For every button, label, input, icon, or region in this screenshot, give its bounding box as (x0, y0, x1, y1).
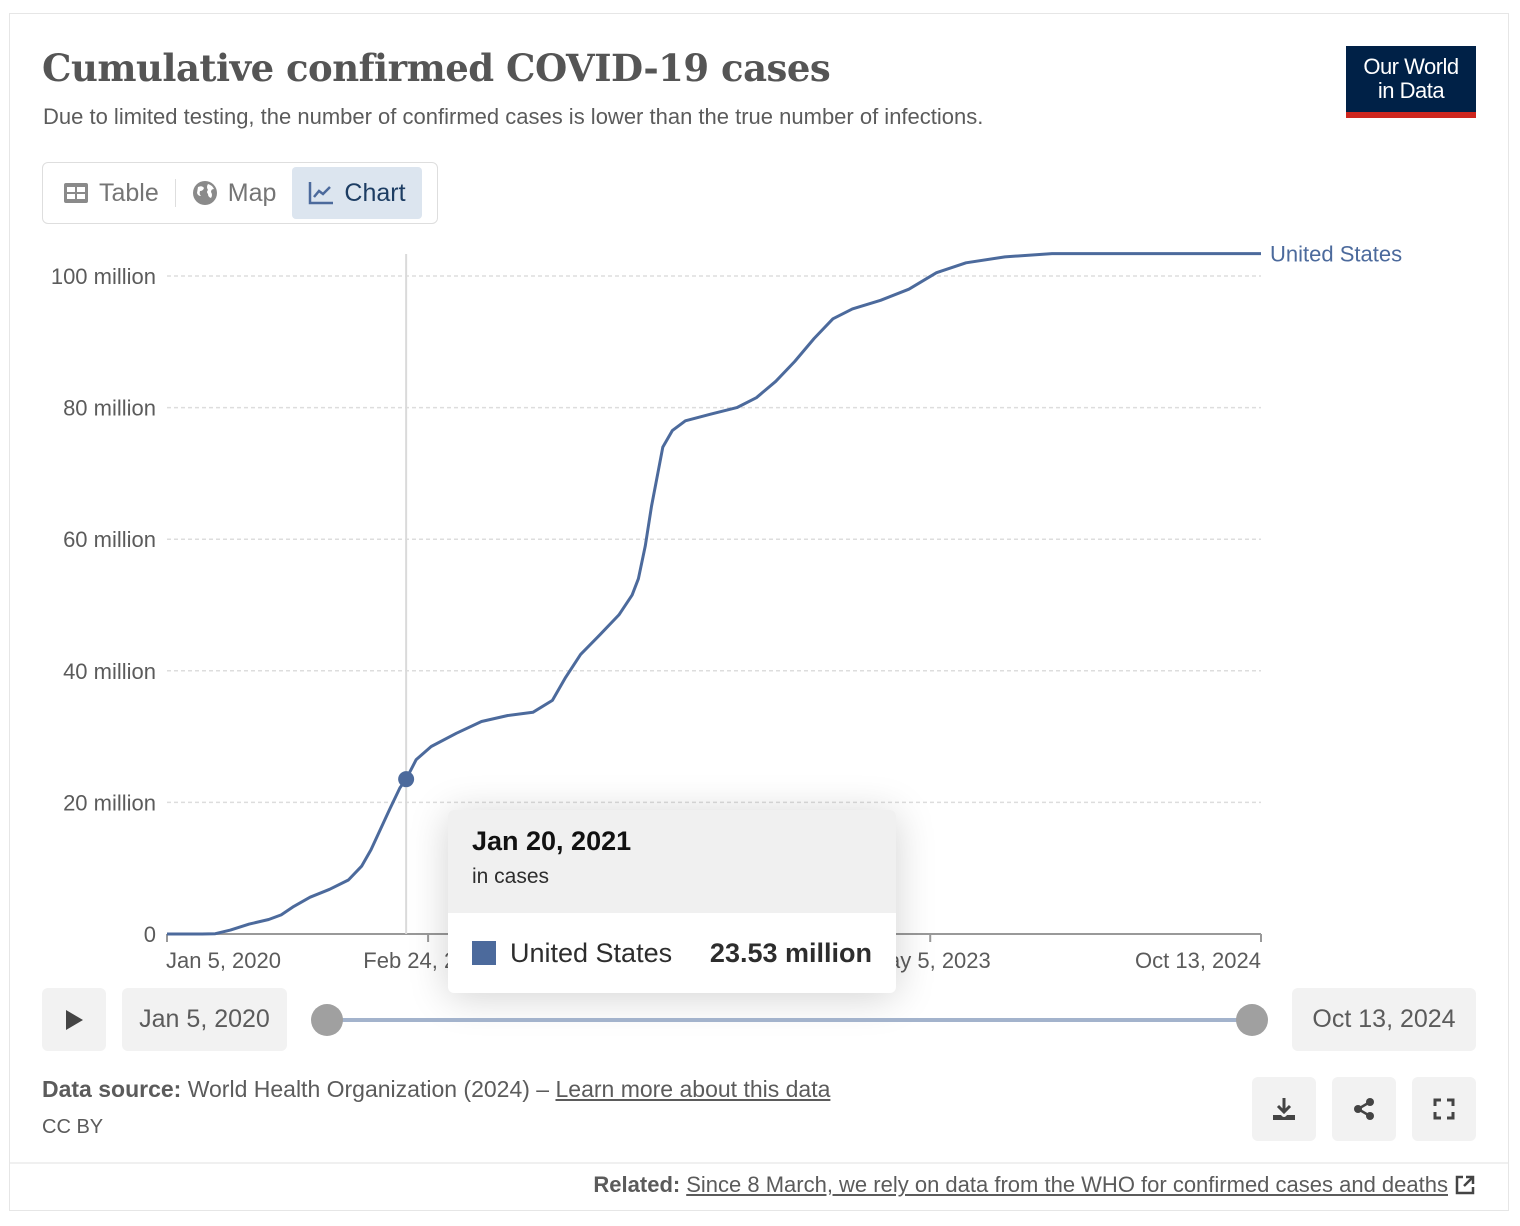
y-tick-label: 0 (144, 922, 156, 947)
y-tick-label: 20 million (63, 790, 156, 815)
tab-chart[interactable]: Chart (292, 167, 422, 219)
logo-line-1: Our World (1363, 54, 1459, 79)
timeline-track[interactable] (327, 1018, 1252, 1022)
owid-logo[interactable]: Our World in Data (1346, 46, 1476, 118)
data-source-label: Data source: (42, 1076, 182, 1102)
y-tick-label: 100 million (51, 264, 156, 289)
globe-icon (192, 181, 217, 205)
tooltip-entity: United States (510, 937, 673, 968)
tooltip-value: 23.53 million (709, 937, 872, 968)
x-tick-label: Jan 5, 2020 (166, 948, 281, 973)
series-label-united-states[interactable]: United States (1270, 242, 1402, 267)
view-tabs: Table Map Chart (42, 162, 438, 224)
footer-divider (10, 1162, 1508, 1164)
timeline-start-handle[interactable] (311, 1004, 343, 1036)
play-button[interactable] (42, 988, 106, 1051)
fullscreen-icon (1433, 1098, 1455, 1120)
x-tick-label: Oct 13, 2024 (1135, 948, 1261, 973)
related-link[interactable]: Since 8 March, we rely on data from the … (686, 1172, 1448, 1198)
chart-subtitle: Due to limited testing, the number of co… (43, 104, 984, 129)
table-icon (64, 183, 88, 203)
tab-table[interactable]: Table (47, 167, 175, 219)
logo-line-2: in Data (1377, 78, 1445, 103)
tooltip-header: Jan 20, 2021 in cases (448, 810, 896, 913)
related-note: Related: Since 8 March, we rely on data … (593, 1172, 1476, 1198)
data-source-text: World Health Organization (2024) – (181, 1076, 556, 1102)
y-tick-label: 80 million (63, 396, 156, 421)
download-icon (1273, 1098, 1295, 1120)
y-tick-label: 60 million (63, 527, 156, 552)
timeline-end-handle[interactable] (1236, 1004, 1268, 1036)
tab-map[interactable]: Map (176, 167, 293, 219)
data-source: Data source: World Health Organization (… (42, 1076, 830, 1103)
y-axis: 0 20 million 40 million 60 million 80 millio… (51, 264, 156, 947)
download-button[interactable] (1252, 1077, 1316, 1141)
license: CC BY (42, 1116, 104, 1138)
tab-map-label: Map (227, 178, 277, 207)
timeline-end-date[interactable]: Oct 13, 2024 (1292, 988, 1476, 1051)
external-link-icon (1455, 1175, 1475, 1195)
gridlines (167, 275, 1261, 804)
tooltip-swatch (472, 941, 496, 965)
play-icon (66, 1009, 83, 1030)
share-icon (1354, 1098, 1374, 1120)
hover-point[interactable] (398, 771, 415, 788)
tab-chart-label: Chart (344, 178, 406, 207)
share-button[interactable] (1332, 1077, 1396, 1141)
chart-title: Cumulative confirmed COVID-19 cases (42, 46, 831, 90)
line-chart-icon (309, 182, 334, 205)
related-label: Related: (593, 1172, 681, 1197)
timeline-start-date[interactable]: Jan 5, 2020 (122, 988, 287, 1051)
learn-more-link[interactable]: Learn more about this data (555, 1076, 830, 1102)
tooltip-date: Jan 20, 2021 (472, 826, 632, 856)
y-tick-label: 40 million (63, 659, 156, 684)
fullscreen-button[interactable] (1412, 1077, 1476, 1141)
tooltip: Jan 20, 2021 in cases United States 23.5… (448, 810, 896, 993)
timeline: Jan 5, 2020 Oct 13, 2024 (42, 988, 1476, 1052)
tooltip-row: United States 23.53 million (448, 913, 896, 993)
tooltip-subtitle: in cases (472, 865, 550, 888)
tab-table-label: Table (99, 178, 159, 207)
